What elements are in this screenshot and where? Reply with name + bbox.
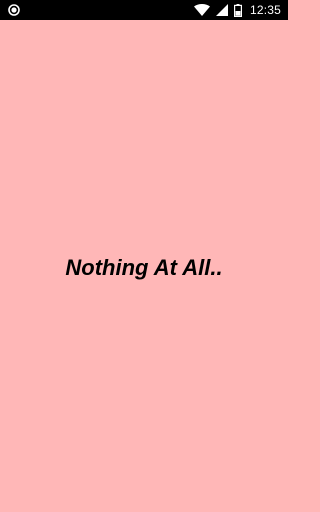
- wifi-icon: [193, 4, 210, 17]
- main-content: Nothing At All..: [0, 20, 288, 512]
- status-bar-left: [8, 4, 20, 16]
- battery-icon: [233, 3, 242, 17]
- app-screen: 12:35 Nothing At All..: [0, 0, 288, 512]
- status-clock: 12:35: [249, 3, 281, 17]
- status-bar-right: 12:35: [193, 3, 281, 17]
- status-bar: 12:35: [0, 0, 288, 20]
- empty-state-message: Nothing At All..: [65, 255, 223, 280]
- notification-dot-icon: [8, 4, 20, 16]
- signal-icon: [215, 4, 228, 16]
